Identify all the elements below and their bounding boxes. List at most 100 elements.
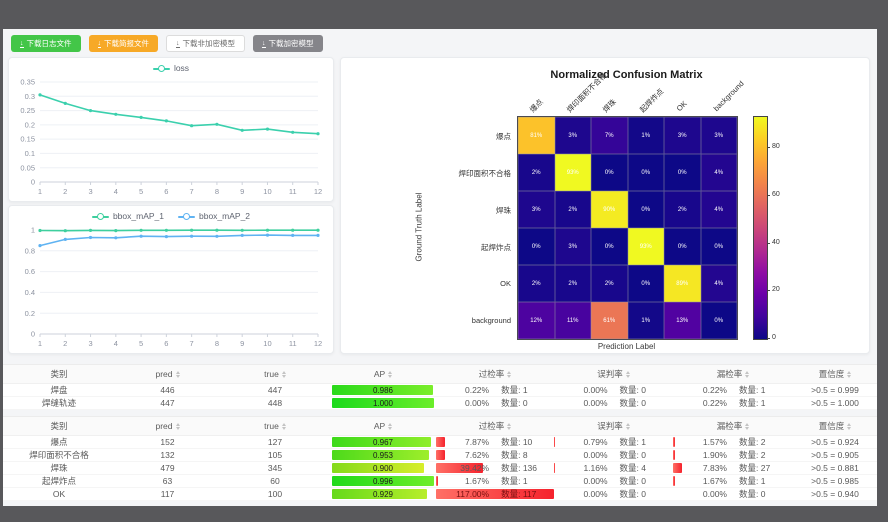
sort-icon[interactable]: [507, 423, 511, 430]
heatmap-title: Normalized Confusion Matrix: [517, 69, 736, 81]
matrix-cell: 93%: [555, 154, 592, 191]
sort-icon[interactable]: [388, 371, 392, 378]
rate-percent: 39.42%: [436, 463, 489, 473]
rate-count: 数量: 117: [489, 488, 554, 500]
sort-icon[interactable]: [626, 423, 630, 430]
rate-count: 数量: 2: [727, 449, 793, 461]
colorbar: [753, 116, 768, 340]
matrix-cell: 2%: [591, 265, 628, 302]
table-row: 焊盘4464470.9860.22%数量: 10.00%数量: 00.22%数量…: [3, 384, 877, 397]
header-label: true: [264, 369, 279, 379]
legend-item-bbox_mAP_1[interactable]: bbox_mAP_1: [92, 211, 164, 221]
matrix-cell: 12%: [518, 302, 555, 339]
column-header-置信度[interactable]: 置信度: [793, 365, 877, 383]
matrix-cell: 4%: [701, 265, 738, 302]
rate-count: 数量: 1: [727, 397, 793, 409]
matrix-cell: 2%: [518, 265, 555, 302]
training-dashboard: ↓下载日志文件 ↓下载简报文件 ↓下载非加密模型 ↓下载加密模型 loss 00.05…: [3, 29, 877, 506]
rate-percent: 0.79%: [554, 437, 608, 447]
button-label: 下载简报文件: [104, 38, 149, 49]
rate-count: 数量: 0: [608, 488, 673, 500]
sort-icon[interactable]: [507, 371, 511, 378]
header-label: AP: [374, 421, 385, 431]
matrix-cell: 81%: [518, 117, 555, 154]
heatmap-column-label: OK: [675, 99, 689, 113]
header-label: 过检率: [479, 420, 505, 432]
sort-icon[interactable]: [282, 423, 286, 430]
svg-text:10: 10: [263, 339, 271, 348]
confusion-matrix: 81%3%7%1%3%3%2%93%0%0%0%4%3%2%90%0%2%4%0…: [517, 116, 738, 340]
matrix-cell: 11%: [555, 302, 592, 339]
sort-icon[interactable]: [745, 371, 749, 378]
ap-cell: 0.967: [330, 436, 436, 448]
pred-count: 479: [115, 462, 220, 474]
rate-count: 数量: 1: [608, 436, 673, 448]
column-header-置信度[interactable]: 置信度: [793, 417, 877, 435]
loss-chart-card: loss 00.050.10.150.20.250.30.35123456789…: [8, 57, 334, 202]
sort-icon[interactable]: [626, 371, 630, 378]
rate-percent: 0.00%: [554, 398, 608, 408]
line-series-icon: [92, 213, 109, 220]
misjudge-rate-cell: 0.00%数量: 0: [554, 397, 673, 409]
rate-count: 数量: 0: [727, 488, 793, 500]
class-name: 焊盘: [3, 384, 115, 396]
ap-cell: 0.953: [330, 449, 436, 461]
ap-value: 0.967: [332, 437, 434, 447]
overcheck-rate-cell: 0.00%数量: 0: [436, 397, 554, 409]
heatmap-column-label: 起焊炸点: [637, 86, 666, 115]
matrix-cell: 3%: [701, 117, 738, 154]
download-plain-model-button[interactable]: ↓下载非加密模型: [166, 35, 245, 52]
matrix-cell: 3%: [518, 191, 555, 228]
download-report-button[interactable]: ↓下载简报文件: [89, 35, 159, 52]
column-header-pred[interactable]: pred: [115, 365, 220, 383]
download-icon: ↓: [98, 40, 102, 48]
rate-percent: 0.00%: [554, 476, 608, 486]
legend-item-loss[interactable]: loss: [153, 63, 189, 73]
svg-text:6: 6: [164, 339, 168, 348]
heatmap-column-label: 焊珠: [600, 97, 618, 115]
column-header-AP[interactable]: AP: [330, 417, 436, 435]
column-header-pred[interactable]: pred: [115, 417, 220, 435]
overcheck-rate-cell: 0.22%数量: 1: [436, 384, 554, 396]
column-header-漏检率[interactable]: 漏检率: [673, 365, 793, 383]
miss-rate-cell: 0.22%数量: 1: [673, 397, 793, 409]
sort-icon[interactable]: [847, 371, 851, 378]
svg-text:11: 11: [289, 187, 297, 196]
download-encrypted-model-button[interactable]: ↓下载加密模型: [253, 35, 323, 52]
column-header-true[interactable]: true: [220, 417, 330, 435]
legend-item-bbox_mAP_2[interactable]: bbox_mAP_2: [178, 211, 250, 221]
true-count: 105: [220, 449, 330, 461]
matrix-cell: 0%: [518, 228, 555, 265]
metrics-table-1: 类别 pred true AP过检率误判率漏检率置信度焊盘4464470.9860.2…: [3, 364, 877, 410]
sort-icon[interactable]: [745, 423, 749, 430]
download-log-button[interactable]: ↓下载日志文件: [11, 35, 81, 52]
matrix-cell: 61%: [591, 302, 628, 339]
column-header-过检率[interactable]: 过检率: [436, 417, 554, 435]
overcheck-rate-cell: 1.67%数量: 1: [436, 475, 554, 487]
rate-percent: 7.62%: [436, 450, 489, 460]
rate-count: 数量: 8: [489, 449, 554, 461]
table-row: 起焊炸点63600.9961.67%数量: 10.00%数量: 01.67%数量…: [3, 475, 877, 488]
sort-icon[interactable]: [176, 423, 180, 430]
legend-label: loss: [174, 63, 189, 73]
rate-count: 数量: 136: [489, 462, 554, 474]
miss-rate-cell: 0.22%数量: 1: [673, 384, 793, 396]
column-header-true[interactable]: true: [220, 365, 330, 383]
class-name: 焊珠: [3, 462, 115, 474]
colorbar-tick-mark: [767, 338, 770, 339]
column-header-误判率[interactable]: 误判率: [554, 365, 673, 383]
column-header-漏检率[interactable]: 漏检率: [673, 417, 793, 435]
app-window: ↓下载日志文件 ↓下载简报文件 ↓下载非加密模型 ↓下载加密模型 loss 00.05…: [0, 0, 888, 522]
sort-icon[interactable]: [176, 371, 180, 378]
matrix-cell: 3%: [664, 117, 701, 154]
svg-text:6: 6: [164, 187, 168, 196]
column-header-AP[interactable]: AP: [330, 365, 436, 383]
matrix-cell: 1%: [628, 117, 665, 154]
sort-icon[interactable]: [282, 371, 286, 378]
column-header-过检率[interactable]: 过检率: [436, 365, 554, 383]
sort-icon[interactable]: [388, 423, 392, 430]
column-header-误判率[interactable]: 误判率: [554, 417, 673, 435]
rate-count: 数量: 0: [489, 397, 554, 409]
header-label: 类别: [50, 368, 67, 380]
sort-icon[interactable]: [847, 423, 851, 430]
